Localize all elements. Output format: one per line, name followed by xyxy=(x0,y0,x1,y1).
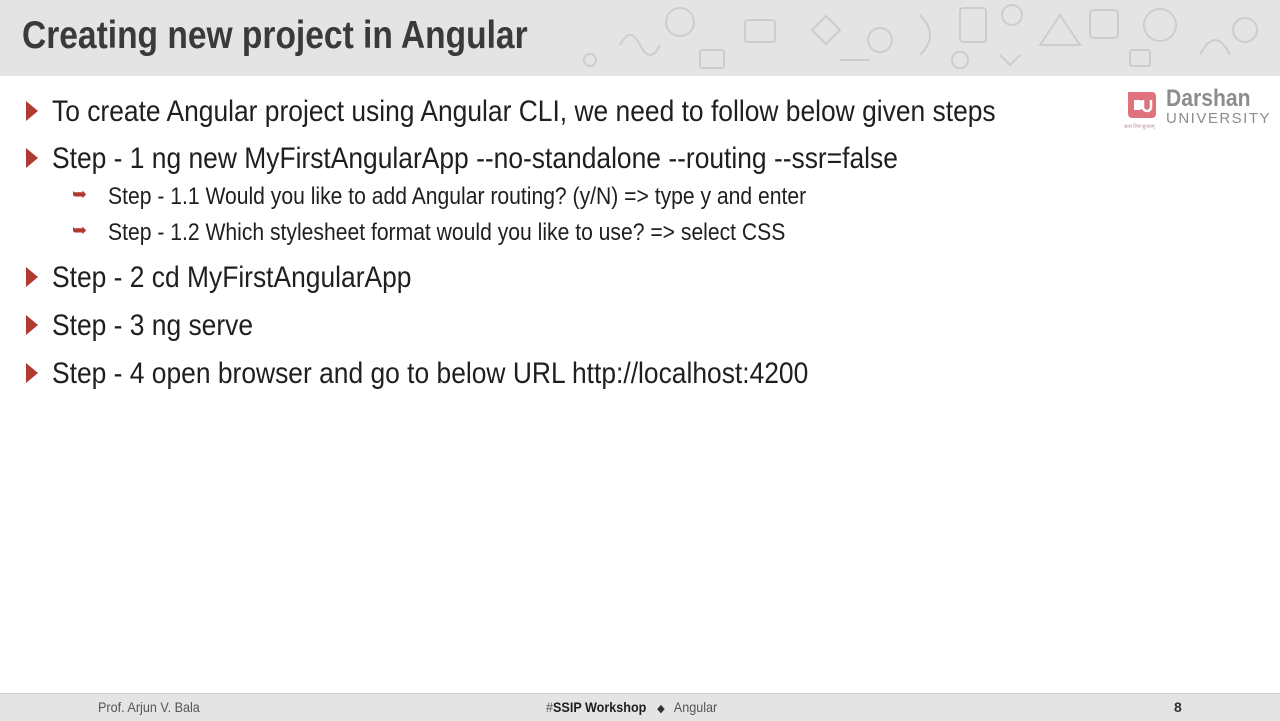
logo-tagline: सत्यं शिवं सुन्दरम् xyxy=(1124,124,1155,130)
curved-arrow-icon: ➥ xyxy=(72,220,88,241)
sub-bullet-text: Step - 1.2 Which stylesheet format would… xyxy=(108,219,786,246)
bullet-text: Step - 2 cd MyFirstAngularApp xyxy=(52,261,412,294)
triangle-bullet-icon xyxy=(26,101,38,121)
triangle-bullet-icon xyxy=(26,363,38,383)
footer-author: Prof. Arjun V. Bala xyxy=(98,699,200,715)
sub-bullet-text: Step - 1.1 Would you like to add Angular… xyxy=(108,183,807,210)
page-number: 8 xyxy=(1174,699,1182,715)
footer-center: #SSIP Workshop ◆ Angular xyxy=(546,699,717,715)
footer-event: SSIP Workshop xyxy=(553,699,647,715)
du-logo-icon xyxy=(1128,92,1156,118)
footer-topic: Angular xyxy=(673,699,718,715)
curved-arrow-icon: ➥ xyxy=(72,184,88,205)
slide-footer: Prof. Arjun V. Bala #SSIP Workshop ◆ Angul… xyxy=(0,693,1280,721)
triangle-bullet-icon xyxy=(26,315,38,335)
bullet-text: Step - 1 ng new MyFirstAngularApp --no-s… xyxy=(52,142,898,175)
bullet-text: Step - 4 open browser and go to below UR… xyxy=(52,357,809,390)
footer-hash: # xyxy=(546,699,554,715)
logo-subtitle: UNIVERSITY xyxy=(1166,110,1272,127)
slide-title: Creating new project in Angular xyxy=(22,14,528,57)
triangle-bullet-icon xyxy=(26,267,38,287)
slide-header: Creating new project in Angular xyxy=(0,0,1280,76)
diamond-separator-icon: ◆ xyxy=(657,703,665,715)
university-logo: सत्यं शिवं सुन्दरम् Darshan UNIVERSITY xyxy=(1124,85,1272,136)
triangle-bullet-icon xyxy=(26,148,38,168)
bullet-text: To create Angular project using Angular … xyxy=(52,95,996,128)
bullet-text: Step - 3 ng serve xyxy=(52,309,254,342)
